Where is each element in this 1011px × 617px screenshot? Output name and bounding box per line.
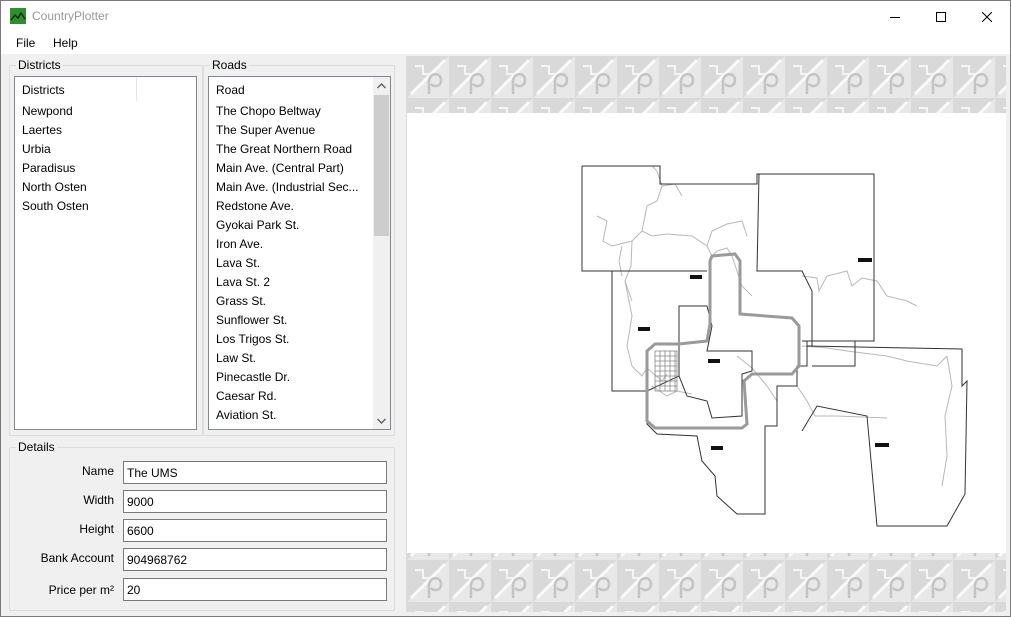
list-item[interactable]: Paradisus	[22, 161, 89, 180]
list-item[interactable]: Caesar Rd.	[216, 389, 359, 408]
maximize-icon	[936, 11, 946, 22]
map-area	[407, 113, 1006, 553]
district-marker[interactable]	[690, 275, 702, 279]
scroll-thumb[interactable]	[374, 95, 389, 236]
scroll-up-button[interactable]	[373, 77, 390, 94]
list-item[interactable]: Lava St. 2	[216, 275, 359, 294]
list-item[interactable]: Law St.	[216, 351, 359, 370]
district-marker[interactable]	[875, 443, 889, 447]
app-logo-icon	[10, 8, 26, 24]
roads-items: The Chopo Beltway The Super Avenue The G…	[216, 104, 359, 427]
scroll-down-button[interactable]	[373, 412, 390, 429]
price-label: Price per m²	[48, 583, 114, 597]
list-item[interactable]: North Osten	[22, 180, 89, 199]
list-item[interactable]: Urbia	[22, 142, 89, 161]
menu-bar: File Help	[1, 32, 1010, 54]
close-button[interactable]	[964, 1, 1010, 32]
list-item[interactable]: The Great Northern Road	[216, 142, 359, 161]
list-item[interactable]: Los Trigos St.	[216, 332, 359, 351]
height-label: Height	[79, 522, 114, 536]
chevron-down-icon	[377, 418, 386, 424]
app-window: CountryPlotter File Help Districts Distr…	[0, 0, 1011, 617]
price-field[interactable]	[123, 578, 387, 601]
roads-group-label: Roads	[210, 58, 249, 72]
list-item[interactable]: Main Ave. (Central Part)	[216, 161, 359, 180]
map-canvas[interactable]	[407, 56, 1006, 612]
roads-scrollbar[interactable]	[373, 77, 390, 429]
districts-items: Newpond Laertes Urbia Paradisus North Os…	[22, 104, 89, 218]
roads-list[interactable]: Road The Chopo Beltway The Super Avenue …	[208, 76, 391, 430]
districts-list[interactable]: Districts Newpond Laertes Urbia Paradisu…	[14, 76, 197, 430]
list-item[interactable]: Newpond	[22, 104, 89, 123]
district-marker[interactable]	[638, 327, 650, 331]
district-marker[interactable]	[711, 446, 723, 450]
list-item[interactable]: The Chopo Beltway	[216, 104, 359, 123]
top-banner	[407, 56, 1006, 113]
list-item[interactable]: Lava St.	[216, 256, 359, 275]
list-item[interactable]: Pinecastle Dr.	[216, 370, 359, 389]
window-title: CountryPlotter	[32, 9, 109, 23]
list-item[interactable]: Gyokai Park St.	[216, 218, 359, 237]
list-item[interactable]: Laertes	[22, 123, 89, 142]
width-label: Width	[83, 493, 114, 507]
name-field[interactable]	[123, 461, 387, 484]
name-label: Name	[81, 464, 114, 478]
district-marker[interactable]	[858, 258, 872, 262]
list-item[interactable]: Redstone Ave.	[216, 199, 359, 218]
district-marker[interactable]	[708, 359, 720, 363]
menu-help[interactable]: Help	[53, 36, 78, 50]
close-icon	[982, 11, 992, 22]
list-item[interactable]: Iron Ave.	[216, 237, 359, 256]
details-group-label: Details	[16, 440, 57, 454]
list-item[interactable]: Main Ave. (Industrial Sec...	[216, 180, 359, 199]
list-item[interactable]: The Super Avenue	[216, 123, 359, 142]
minimize-icon	[890, 16, 900, 18]
bank-account-field[interactable]	[123, 548, 387, 571]
maximize-button[interactable]	[918, 1, 964, 32]
title-bar: CountryPlotter	[1, 1, 1010, 32]
districts-group: Districts Districts Newpond Laertes Urbi…	[9, 58, 203, 436]
districts-column-header[interactable]: Districts	[15, 77, 137, 101]
list-item[interactable]: Aviation St.	[216, 408, 359, 427]
roads-group: Roads Road The Chopo Beltway The Super A…	[203, 58, 395, 436]
menu-file[interactable]: File	[16, 36, 35, 50]
bank-account-label: Bank Account	[40, 551, 114, 565]
details-group: Details Name Width Height Bank Account P…	[9, 440, 395, 611]
districts-group-label: Districts	[16, 58, 63, 72]
height-field[interactable]	[123, 519, 387, 542]
bottom-banner	[407, 553, 1006, 612]
minimize-button[interactable]	[872, 1, 918, 32]
roads-column-header[interactable]: Road	[209, 77, 369, 101]
width-field[interactable]	[123, 490, 387, 513]
list-item[interactable]: South Osten	[22, 199, 89, 218]
chevron-up-icon	[377, 82, 386, 88]
list-item[interactable]: Grass St.	[216, 294, 359, 313]
list-item[interactable]: Sunflower St.	[216, 313, 359, 332]
map-panel[interactable]	[406, 56, 1006, 612]
